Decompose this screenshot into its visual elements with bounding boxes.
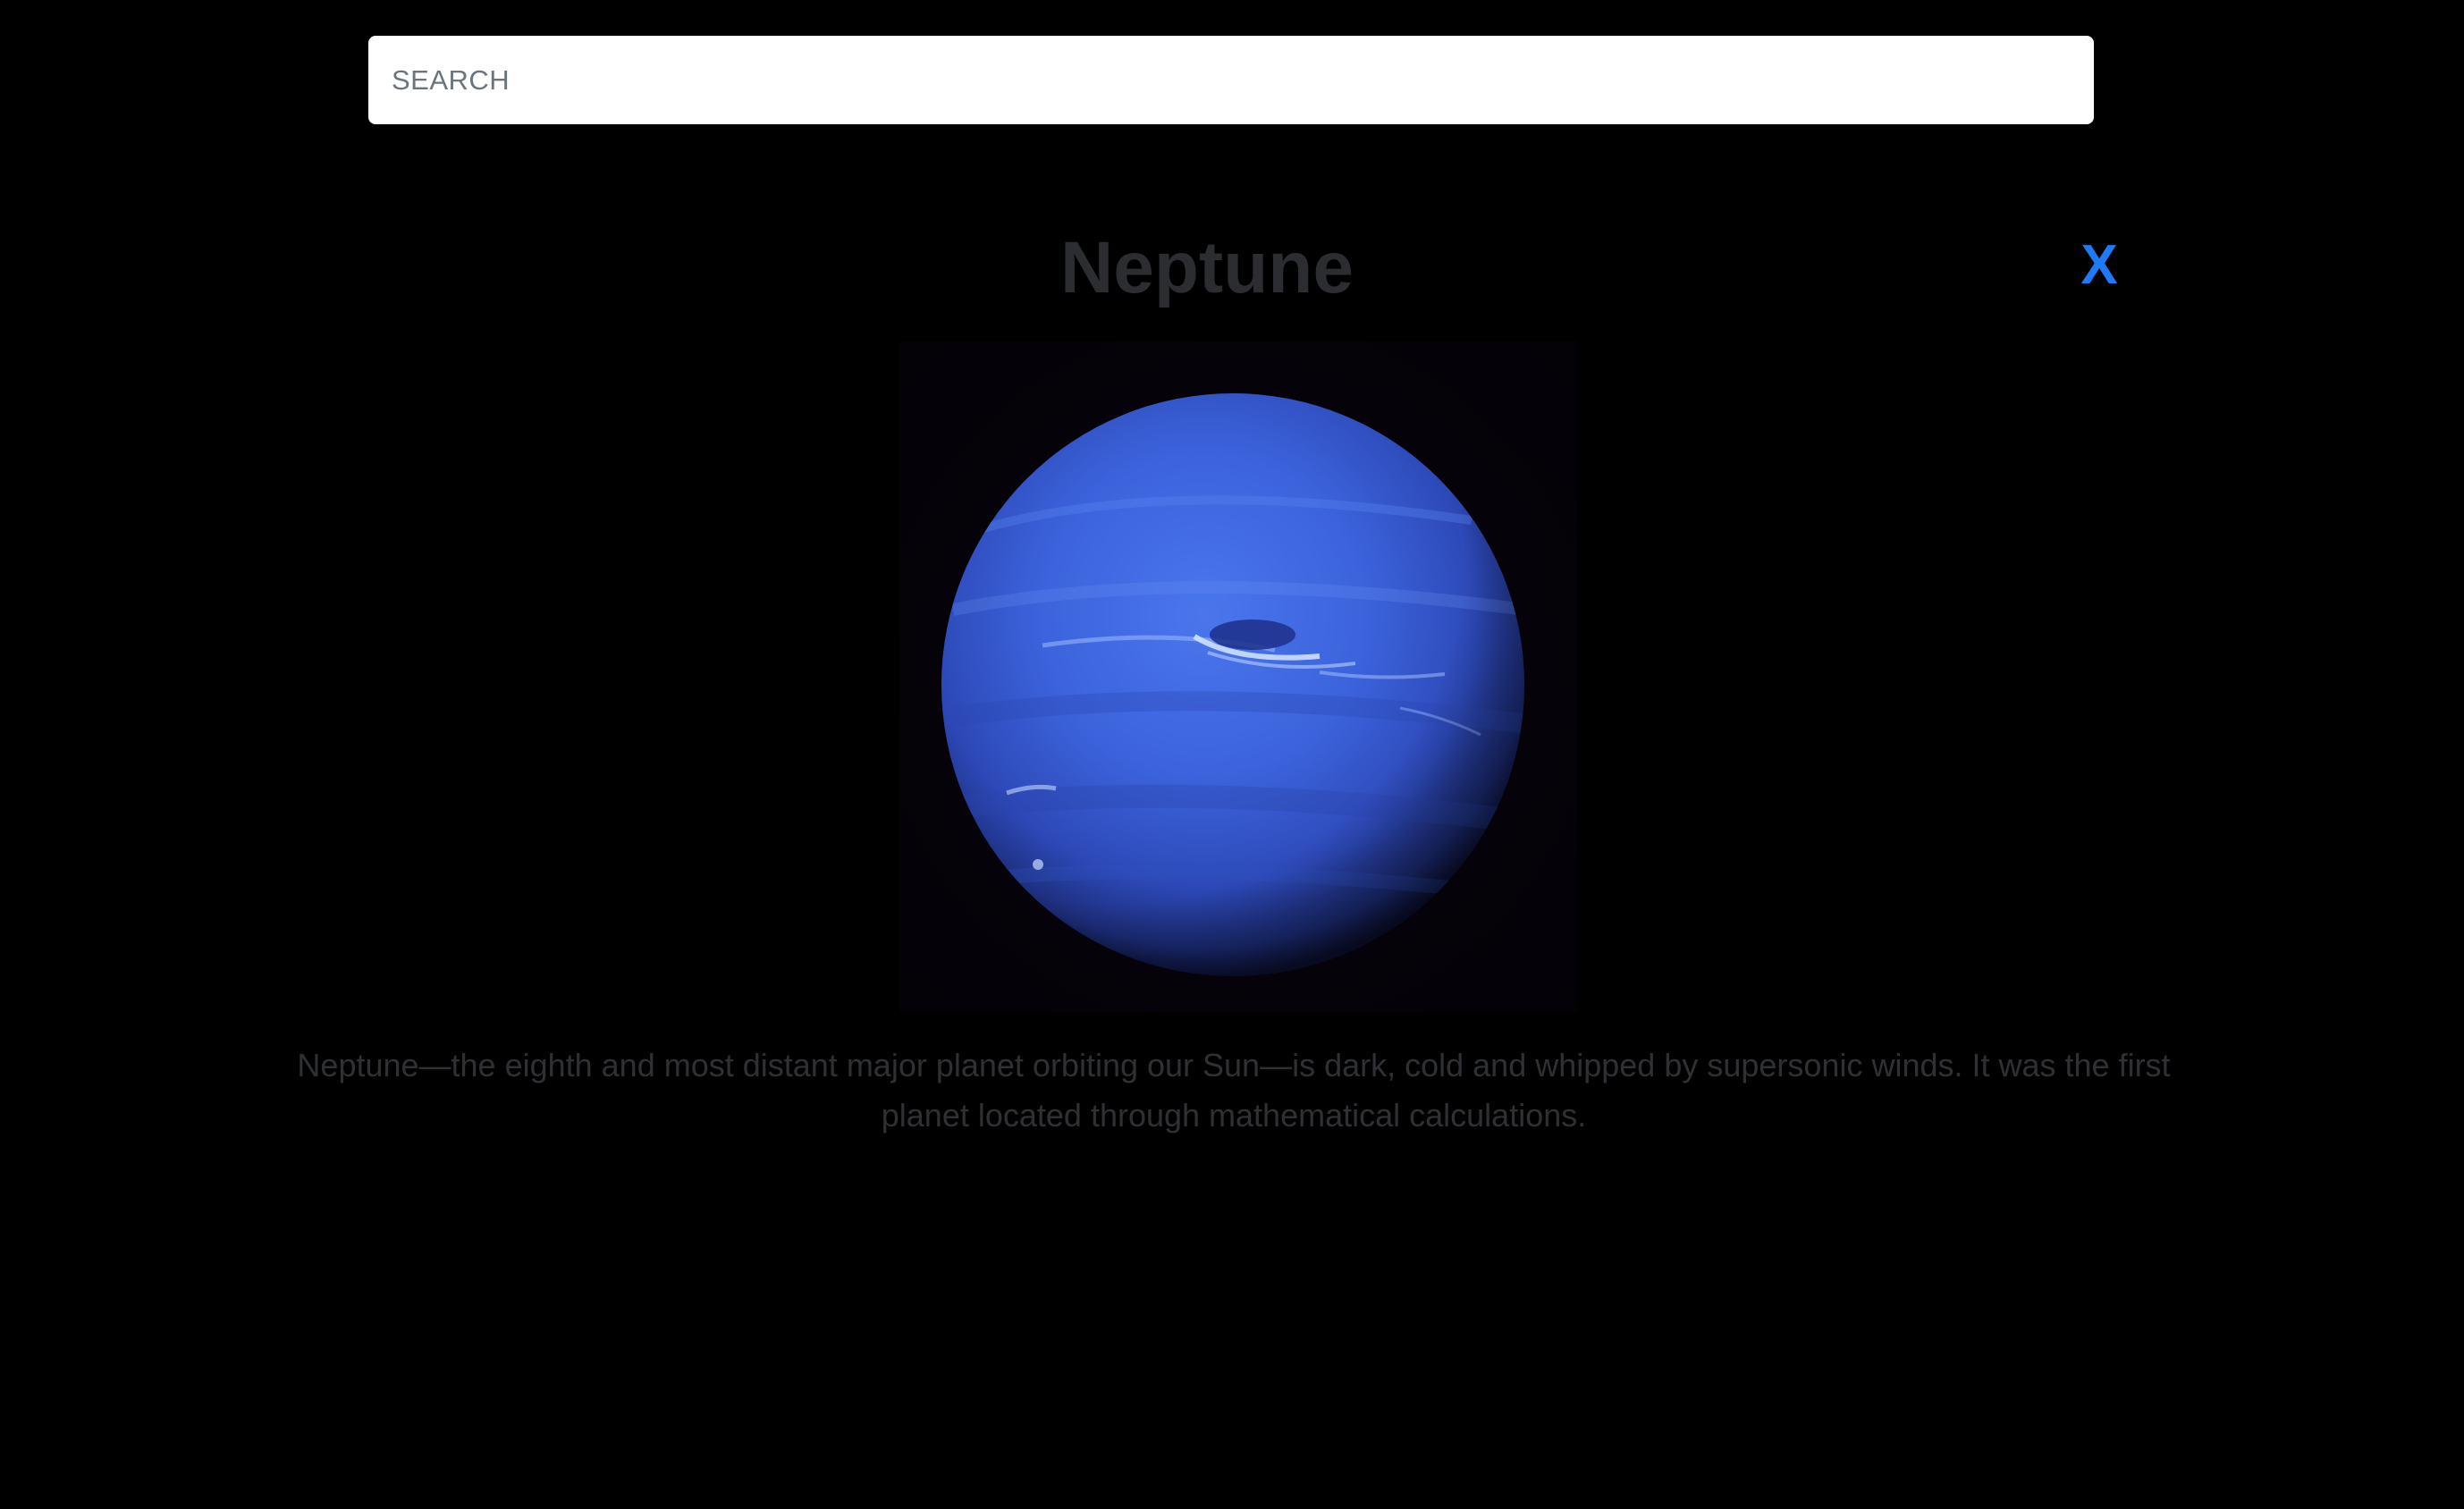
planet-title: Neptune bbox=[1060, 227, 1354, 308]
planet-description: Neptune—the eighth and most distant majo… bbox=[297, 1047, 2171, 1134]
search-input[interactable] bbox=[368, 36, 2094, 124]
close-button[interactable]: X bbox=[2072, 229, 2126, 300]
planet-image bbox=[899, 341, 1577, 1012]
neptune-illustration bbox=[941, 393, 1524, 976]
search-bar bbox=[368, 36, 2094, 124]
